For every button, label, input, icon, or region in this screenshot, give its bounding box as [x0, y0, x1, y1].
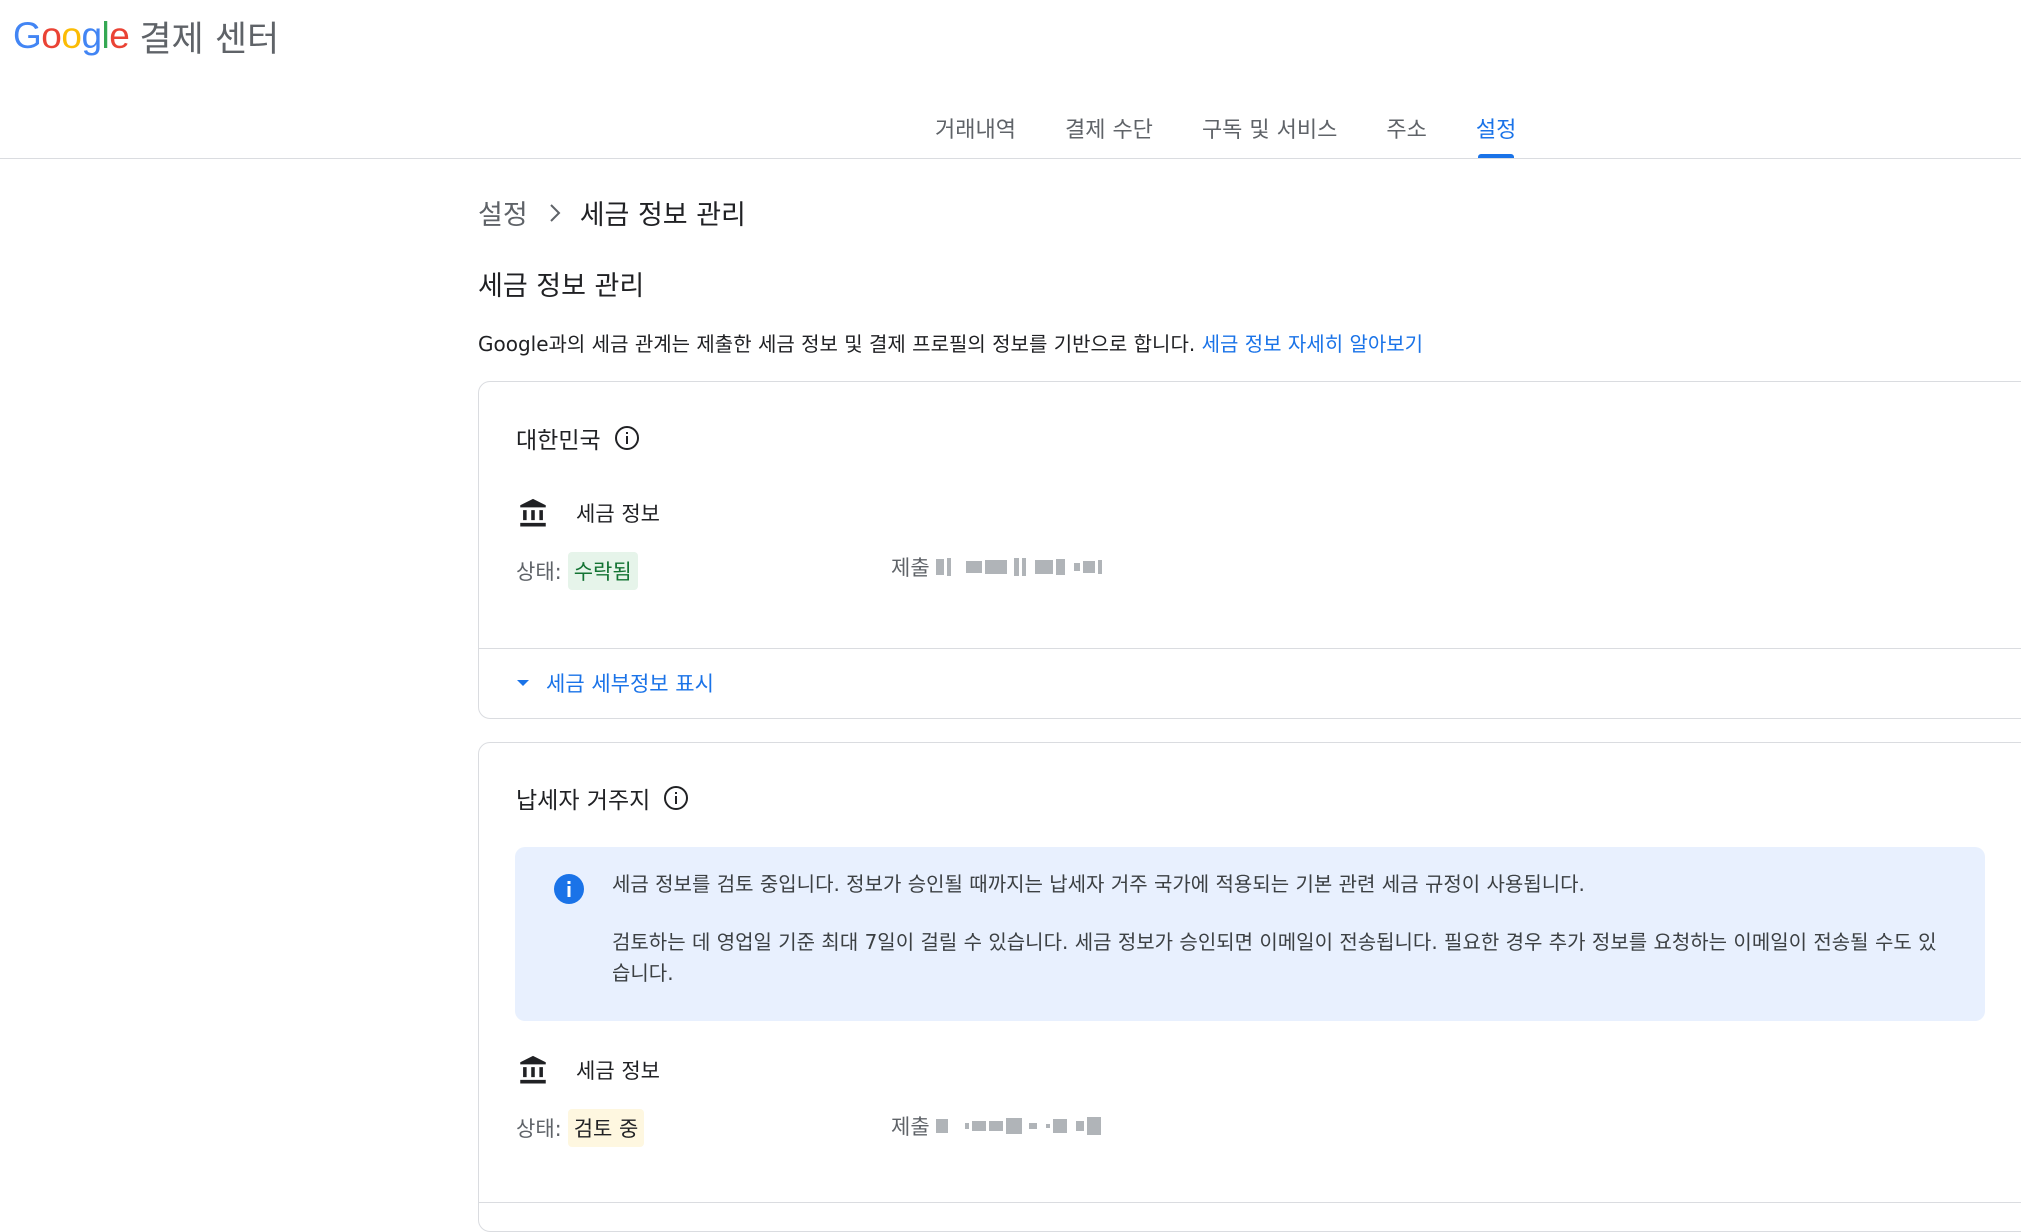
card-divider [479, 1202, 2021, 1203]
card-title-text: 대한민국 [516, 428, 601, 454]
card-divider [479, 648, 2021, 649]
submitted-row: 제출 [891, 552, 1105, 582]
google-logo: Google [13, 15, 130, 56]
redacted-date [935, 556, 1105, 578]
status-label: 상태: [516, 1117, 562, 1141]
show-tax-details-button[interactable]: 세금 세부정보 표시 [516, 668, 714, 698]
status-label: 상태: [516, 560, 562, 584]
arrow-drop-down-icon [516, 678, 530, 688]
status-badge: 검토 중 [567, 1109, 645, 1147]
header-divider [0, 158, 2021, 159]
tab-subscriptions[interactable]: 구독 및 서비스 [1202, 112, 1337, 158]
redacted-date [935, 1115, 1104, 1137]
bank-icon [516, 496, 550, 530]
info-icon[interactable] [663, 785, 689, 811]
submitted-label: 제출 [891, 1115, 930, 1139]
tax-info-label: 세금 정보 [576, 502, 660, 526]
description-text: Google과의 세금 관계는 제출한 세금 정보 및 결제 프로필의 정보를 … [478, 332, 1196, 356]
submitted-row: 제출 [891, 1111, 1104, 1141]
tax-card-residence: 납세자 거주지 세금 정보를 검토 중입니다. 정보가 승인될 때까지는 납세자… [478, 742, 2021, 1232]
notice-line-2: 검토하는 데 영업일 기준 최대 7일이 걸릴 수 있습니다. 세금 정보가 승… [612, 930, 1937, 985]
tab-settings[interactable]: 설정 [1476, 112, 1516, 158]
main-tabs: 거래내역 결제 수단 구독 및 서비스 주소 설정 [935, 112, 1565, 158]
status-row: 상태: 수락됨 [516, 552, 638, 590]
tax-info-row: 세금 정보 [516, 496, 660, 530]
chevron-right-icon [548, 203, 562, 223]
tax-info-row: 세금 정보 [516, 1053, 660, 1087]
card-title: 대한민국 [516, 421, 640, 455]
info-icon[interactable] [614, 425, 640, 451]
tab-addresses[interactable]: 주소 [1386, 112, 1426, 158]
tab-transactions[interactable]: 거래내역 [935, 112, 1016, 158]
status-badge: 수락됨 [567, 552, 638, 590]
bank-icon [516, 1053, 550, 1087]
submitted-label: 제출 [891, 556, 930, 580]
tax-card-korea: 대한민국 세금 정보 상태: 수락됨 제출 세금 세부정보 표시 [478, 381, 2021, 719]
notice-line-1: 세금 정보를 검토 중입니다. 정보가 승인될 때까지는 납세자 거주 국가에 … [612, 872, 1585, 896]
app-logo[interactable]: Google 결제 센터 [13, 12, 279, 60]
page-title: 세금 정보 관리 [478, 271, 645, 302]
show-tax-details-label: 세금 세부정보 표시 [546, 672, 714, 696]
learn-more-link[interactable]: 세금 정보 자세히 알아보기 [1202, 332, 1423, 356]
tab-payment-methods[interactable]: 결제 수단 [1065, 112, 1153, 158]
status-row: 상태: 검토 중 [516, 1109, 645, 1147]
breadcrumb-settings-link[interactable]: 설정 [478, 193, 528, 232]
info-filled-icon [553, 873, 585, 909]
tax-info-label: 세금 정보 [576, 1059, 660, 1083]
product-name: 결제 센터 [139, 19, 280, 60]
card-title-text: 납세자 거주지 [516, 788, 651, 814]
page-description: Google과의 세금 관계는 제출한 세금 정보 및 결제 프로필의 정보를 … [478, 328, 1423, 357]
card-title: 납세자 거주지 [516, 781, 689, 815]
breadcrumb: 설정 세금 정보 관리 [478, 193, 746, 232]
breadcrumb-current: 세금 정보 관리 [579, 200, 746, 231]
review-notice: 세금 정보를 검토 중입니다. 정보가 승인될 때까지는 납세자 거주 국가에 … [515, 847, 1985, 1021]
